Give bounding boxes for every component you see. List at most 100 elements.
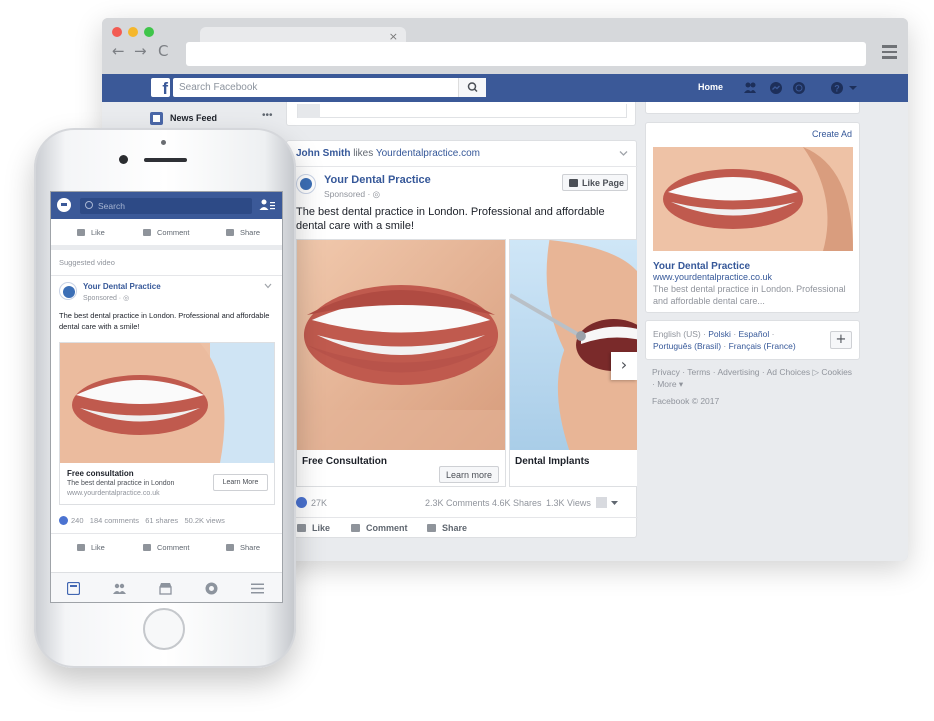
mobile-screen: Search Like Comment Share Suggested vide… bbox=[50, 191, 283, 603]
sidebar-item-news-feed[interactable]: News Feed ••• bbox=[150, 110, 278, 129]
carousel-next-arrow-icon[interactable]: › bbox=[611, 352, 637, 380]
browser-menu-icon[interactable] bbox=[882, 45, 897, 59]
browser-chrome: × ← → C bbox=[102, 18, 908, 74]
shares-count[interactable]: 61 shares bbox=[145, 516, 178, 525]
divider bbox=[51, 275, 282, 276]
page-name[interactable]: Your Dental Practice bbox=[83, 282, 161, 291]
right-column-ad[interactable]: Create Ad Your Dental Practice www.yourd… bbox=[645, 122, 860, 313]
reactions-dropdown-icon[interactable] bbox=[611, 500, 618, 506]
learn-more-button[interactable]: Learn More bbox=[213, 474, 268, 491]
shares-count[interactable]: 4.6K Shares bbox=[492, 498, 542, 508]
phone-home-button[interactable] bbox=[143, 608, 185, 650]
mobile-phone-frame: Search Like Comment Share Suggested vide… bbox=[34, 128, 296, 668]
share-button[interactable]: Share bbox=[427, 523, 467, 533]
post-options-chevron-icon[interactable] bbox=[619, 150, 628, 157]
search-icon bbox=[467, 82, 478, 93]
address-bar[interactable] bbox=[186, 42, 866, 66]
messenger-icon[interactable] bbox=[57, 198, 71, 212]
comments-count[interactable]: 2.3K Comments bbox=[425, 498, 490, 508]
comment-button[interactable]: Comment bbox=[351, 523, 408, 533]
link-description: The best dental practice in London bbox=[67, 480, 175, 487]
forward-arrow-icon[interactable]: → bbox=[134, 42, 147, 60]
ad-url[interactable]: www.yourdentalpractice.co.uk bbox=[653, 272, 772, 282]
like-button[interactable]: Like bbox=[77, 543, 105, 552]
help-icon[interactable]: ? bbox=[830, 81, 844, 95]
views-count[interactable]: 1.3K Views bbox=[546, 498, 591, 508]
home-link[interactable]: Home bbox=[698, 82, 723, 92]
ad-description: The best dental practice in London. Prof… bbox=[653, 284, 846, 306]
carousel-card-2-title: Dental Implants bbox=[515, 456, 590, 467]
comment-button[interactable]: Comment bbox=[143, 543, 190, 552]
tab-marketplace-icon[interactable] bbox=[159, 582, 172, 595]
viewer-avatar bbox=[596, 497, 607, 508]
story-site-link[interactable]: Yourdentalpractice.com bbox=[376, 148, 480, 159]
messenger-icon[interactable] bbox=[769, 81, 783, 95]
story-verb: likes bbox=[353, 148, 374, 159]
views-count[interactable]: 50.2K views bbox=[184, 516, 224, 525]
friend-requests-icon[interactable] bbox=[259, 199, 275, 211]
mobile-previous-post-actions: Like Comment Share bbox=[51, 219, 282, 245]
language-portugues[interactable]: Português (Brasil) bbox=[653, 341, 721, 351]
tab-news-feed-icon[interactable] bbox=[67, 582, 80, 595]
more-languages-button[interactable]: + bbox=[830, 331, 852, 349]
comments-count[interactable]: 184 comments bbox=[90, 516, 139, 525]
likes-count[interactable]: 27K bbox=[311, 498, 327, 508]
comment-icon bbox=[143, 544, 151, 551]
tab-menu-icon[interactable] bbox=[251, 582, 264, 595]
link-url: www.yourdentalpractice.co.uk bbox=[67, 490, 160, 497]
sponsored-post: John Smith likes Yourdentalpractice.com … bbox=[286, 140, 638, 538]
back-arrow-icon[interactable]: ← bbox=[112, 42, 125, 60]
page-logo-icon[interactable] bbox=[296, 174, 316, 194]
carousel-card-1[interactable]: Free Consultation Learn more bbox=[296, 239, 506, 487]
language-espanol[interactable]: Español bbox=[739, 329, 770, 339]
ad-title[interactable]: Your Dental Practice bbox=[653, 261, 750, 272]
phone-camera bbox=[119, 155, 128, 164]
news-feed-label: News Feed bbox=[170, 113, 218, 123]
close-window-dot[interactable] bbox=[112, 27, 122, 37]
friend-requests-icon[interactable] bbox=[743, 81, 757, 95]
smiling-teeth-image bbox=[297, 240, 505, 450]
page-name[interactable]: Your Dental Practice bbox=[324, 174, 431, 186]
mobile-search-input[interactable]: Search bbox=[80, 198, 252, 214]
footer-links[interactable]: Privacy · Terms · Advertising · Ad Choic… bbox=[652, 366, 857, 390]
learn-more-button[interactable]: Learn more bbox=[438, 466, 499, 483]
reload-icon[interactable]: C bbox=[158, 42, 168, 60]
more-options-icon[interactable]: ••• bbox=[262, 110, 273, 121]
like-label: Like bbox=[312, 523, 331, 533]
share-button[interactable]: Share bbox=[226, 228, 260, 237]
tab-friends-icon[interactable] bbox=[113, 582, 126, 595]
tab-notifications-globe-icon[interactable] bbox=[205, 582, 218, 595]
like-page-button[interactable]: Like Page bbox=[562, 174, 628, 191]
facebook-logo-icon[interactable]: f bbox=[151, 78, 170, 97]
create-ad-link[interactable]: Create Ad bbox=[812, 129, 852, 139]
comment-button[interactable]: Comment bbox=[143, 228, 190, 237]
like-label: Like bbox=[91, 543, 105, 552]
like-icon bbox=[77, 544, 85, 551]
ad-image[interactable] bbox=[653, 147, 853, 251]
like-button[interactable]: Like bbox=[297, 523, 330, 533]
share-button[interactable]: Share bbox=[226, 543, 260, 552]
minimize-window-dot[interactable] bbox=[128, 27, 138, 37]
search-button[interactable] bbox=[458, 78, 486, 97]
phone-sensor bbox=[161, 140, 166, 145]
maximize-window-dot[interactable] bbox=[144, 27, 154, 37]
link-attachment[interactable]: Free consultation The best dental practi… bbox=[59, 342, 275, 505]
post-options-chevron-icon[interactable] bbox=[264, 283, 272, 289]
language-francais[interactable]: Français (France) bbox=[729, 341, 796, 351]
ad-carousel[interactable]: Free Consultation Learn more Dental Impl… bbox=[296, 239, 637, 489]
globe-icon: ◎ bbox=[123, 295, 130, 302]
sponsored-label: Sponsored · ◎ bbox=[83, 294, 129, 302]
share-label: Share bbox=[240, 228, 261, 237]
phone-speaker bbox=[144, 158, 187, 162]
notifications-globe-icon[interactable] bbox=[792, 81, 806, 95]
account-menu-chevron-icon[interactable] bbox=[848, 81, 858, 95]
language-polski[interactable]: Polski bbox=[708, 329, 731, 339]
composer-avatar bbox=[298, 104, 320, 118]
facebook-search-input[interactable]: Search Facebook bbox=[173, 78, 486, 97]
page-logo-icon[interactable] bbox=[59, 282, 77, 300]
like-button[interactable]: Like bbox=[77, 228, 105, 237]
composer-strip bbox=[286, 102, 636, 126]
comment-label: Comment bbox=[157, 228, 190, 237]
likes-count[interactable]: 240 bbox=[71, 516, 84, 525]
story-actor[interactable]: John Smith bbox=[296, 148, 350, 159]
